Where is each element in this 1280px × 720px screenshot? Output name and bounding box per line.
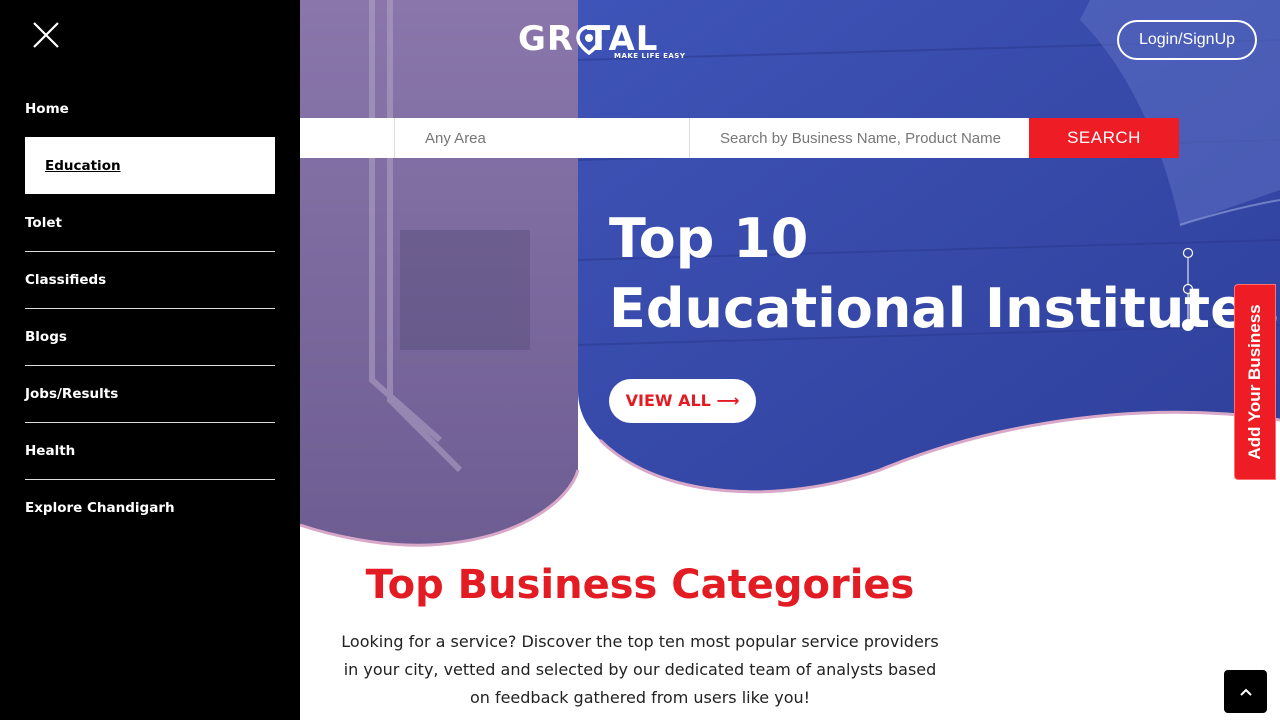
chevron-up-icon <box>1239 688 1252 696</box>
logo-tagline: MAKE LIFE EASY <box>614 52 686 60</box>
side-menu: Home Education Tolet Classifieds Blogs J… <box>0 0 300 720</box>
business-search-input[interactable] <box>720 129 1029 147</box>
menu-item-health[interactable]: Health <box>25 422 275 479</box>
location-pin-icon <box>576 25 602 55</box>
menu-item-home[interactable]: Home <box>25 80 275 137</box>
slider-dot-active[interactable] <box>1182 319 1194 331</box>
view-all-button[interactable]: VIEW ALL ⟶ <box>609 379 756 423</box>
hero-title-line2: Educational Institutes <box>609 277 1279 340</box>
search-button[interactable]: SEARCH <box>1029 118 1179 158</box>
area-input[interactable] <box>425 129 689 147</box>
menu-list: Home Education Tolet Classifieds Blogs J… <box>25 80 275 536</box>
section-description: Looking for a service? Discover the top … <box>341 632 939 707</box>
hero-title-line1: Top 10 <box>609 207 809 270</box>
query-field-wrapper <box>690 118 1029 158</box>
close-icon[interactable] <box>31 20 61 50</box>
add-your-business-label: Add Your Business <box>1245 304 1264 460</box>
grotal-logo[interactable]: GR TAL MAKE LIFE EASY <box>518 18 688 64</box>
login-signup-button[interactable]: Login/SignUp <box>1117 20 1257 60</box>
section-title: Top Business Categories <box>365 562 915 608</box>
slider-dot[interactable] <box>1182 247 1194 259</box>
menu-item-education[interactable]: Education <box>25 137 275 194</box>
menu-item-classifieds[interactable]: Classifieds <box>25 251 275 308</box>
city-select[interactable] <box>300 118 395 158</box>
slider-dot[interactable] <box>1182 283 1194 295</box>
add-your-business-tab[interactable]: Add Your Business <box>1234 284 1276 480</box>
menu-item-jobs-results[interactable]: Jobs/Results <box>25 365 275 422</box>
scroll-to-top-button[interactable] <box>1224 670 1267 713</box>
search-bar: SEARCH <box>300 118 1179 158</box>
slider-pagination[interactable] <box>1180 246 1196 336</box>
menu-item-explore-chandigarh[interactable]: Explore Chandigarh <box>25 479 275 536</box>
menu-item-blogs[interactable]: Blogs <box>25 308 275 365</box>
area-field-wrapper <box>395 118 690 158</box>
menu-item-tolet[interactable]: Tolet <box>25 194 275 251</box>
